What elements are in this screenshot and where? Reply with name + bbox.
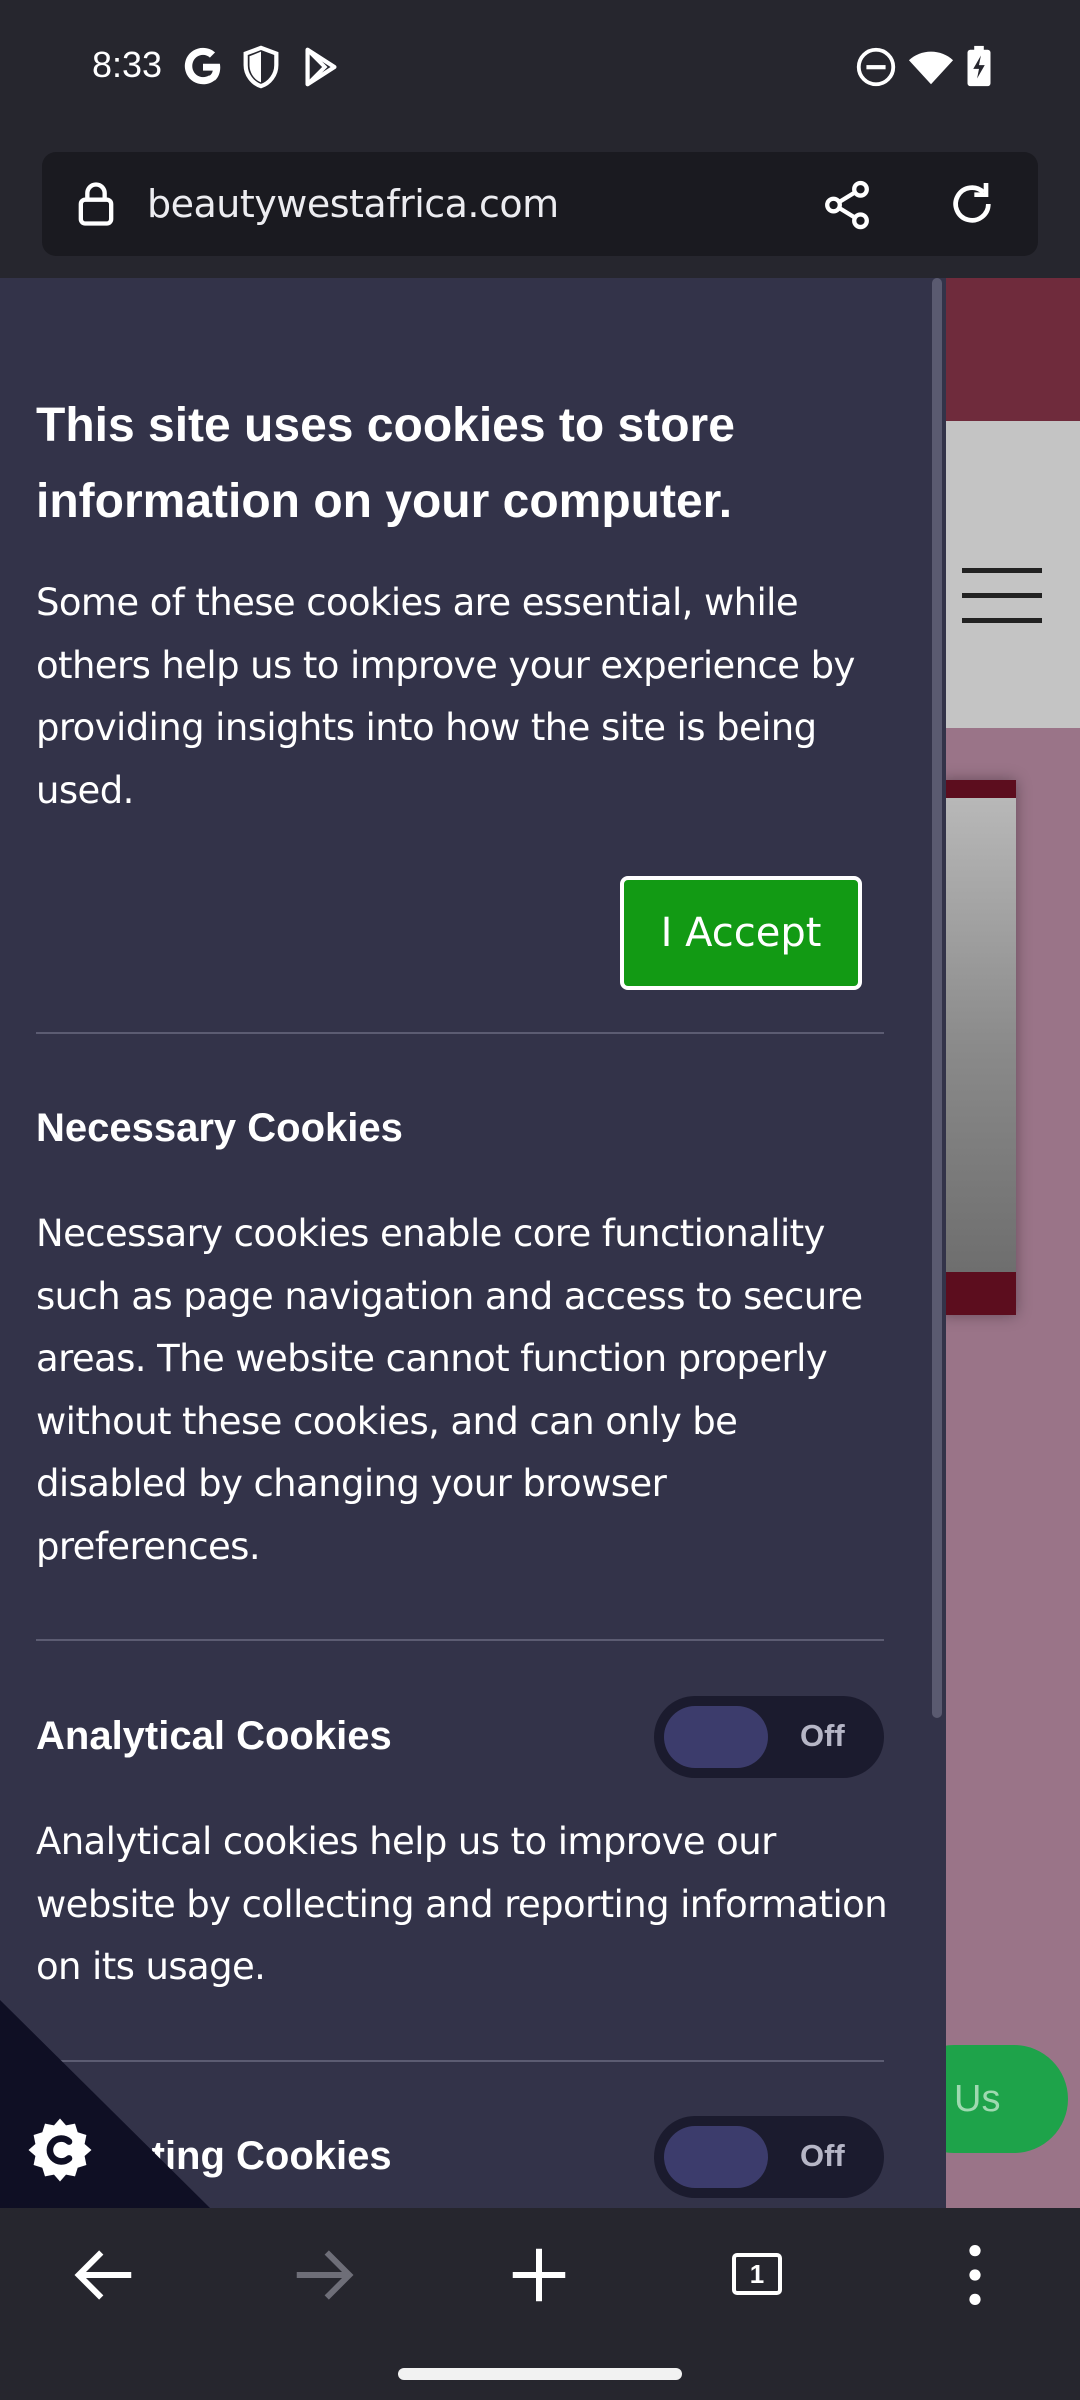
marketing-cookies-toggle[interactable]: Off [654, 2116, 884, 2198]
reload-icon[interactable] [944, 176, 1000, 232]
new-tab-icon[interactable] [494, 2230, 584, 2320]
status-bar: 8:33 [0, 0, 1080, 135]
cookie-consent-panel: This site uses cookies to store informat… [0, 278, 946, 2208]
divider [36, 1032, 884, 1034]
navigation-gesture-area [0, 2340, 1080, 2400]
analytical-cookies-toggle[interactable]: Off [654, 1696, 884, 1778]
toggle-state-label: Off [800, 2138, 845, 2173]
toggle-state-label: Off [800, 1718, 845, 1753]
forward-icon[interactable] [278, 2230, 368, 2320]
tab-count: 1 [732, 2253, 782, 2295]
do-not-disturb-icon [856, 47, 896, 87]
tab-switcher-button[interactable]: 1 [712, 2230, 802, 2320]
back-icon[interactable] [60, 2230, 150, 2320]
wifi-icon [908, 51, 954, 85]
necessary-cookies-text: Necessary cookies enable core functional… [36, 1212, 863, 1568]
hero-image [940, 780, 1016, 1315]
cookie-intro: Some of these cookies are essential, whi… [36, 581, 855, 812]
play-store-icon [305, 47, 337, 87]
battery-charging-icon [967, 45, 991, 87]
toggle-knob [664, 1706, 768, 1768]
google-icon [184, 47, 221, 85]
menu-icon[interactable] [962, 568, 1042, 624]
shield-icon [243, 45, 279, 89]
cookie-title: This site uses cookies to store informat… [36, 399, 735, 528]
panel-scrollbar[interactable] [932, 278, 942, 1718]
necessary-cookies-title: Necessary Cookies [36, 1106, 403, 1150]
divider [36, 2060, 884, 2062]
status-time: 8:33 [92, 44, 163, 85]
lock-icon[interactable] [70, 178, 122, 230]
share-icon[interactable] [820, 178, 874, 232]
browser-address-area: beautywestafrica.com [0, 135, 1080, 278]
analytical-cookies-text: Analytical cookies help us to improve ou… [36, 1820, 888, 1988]
cookie-settings-icon[interactable] [24, 2114, 96, 2186]
browser-toolbar: 1 [0, 2208, 1080, 2340]
home-gesture-bar[interactable] [398, 2368, 682, 2380]
url-text[interactable]: beautywestafrica.com [147, 182, 559, 226]
accept-button[interactable]: I Accept [620, 876, 862, 990]
web-viewport: Us This site uses cookies to store infor… [0, 278, 1080, 2208]
analytical-cookies-title: Analytical Cookies [36, 1714, 392, 1758]
site-header-bar [946, 278, 1080, 421]
divider [36, 1639, 884, 1641]
more-menu-icon[interactable] [930, 2230, 1020, 2320]
address-bar[interactable]: beautywestafrica.com [42, 152, 1038, 256]
toggle-knob [664, 2126, 768, 2188]
